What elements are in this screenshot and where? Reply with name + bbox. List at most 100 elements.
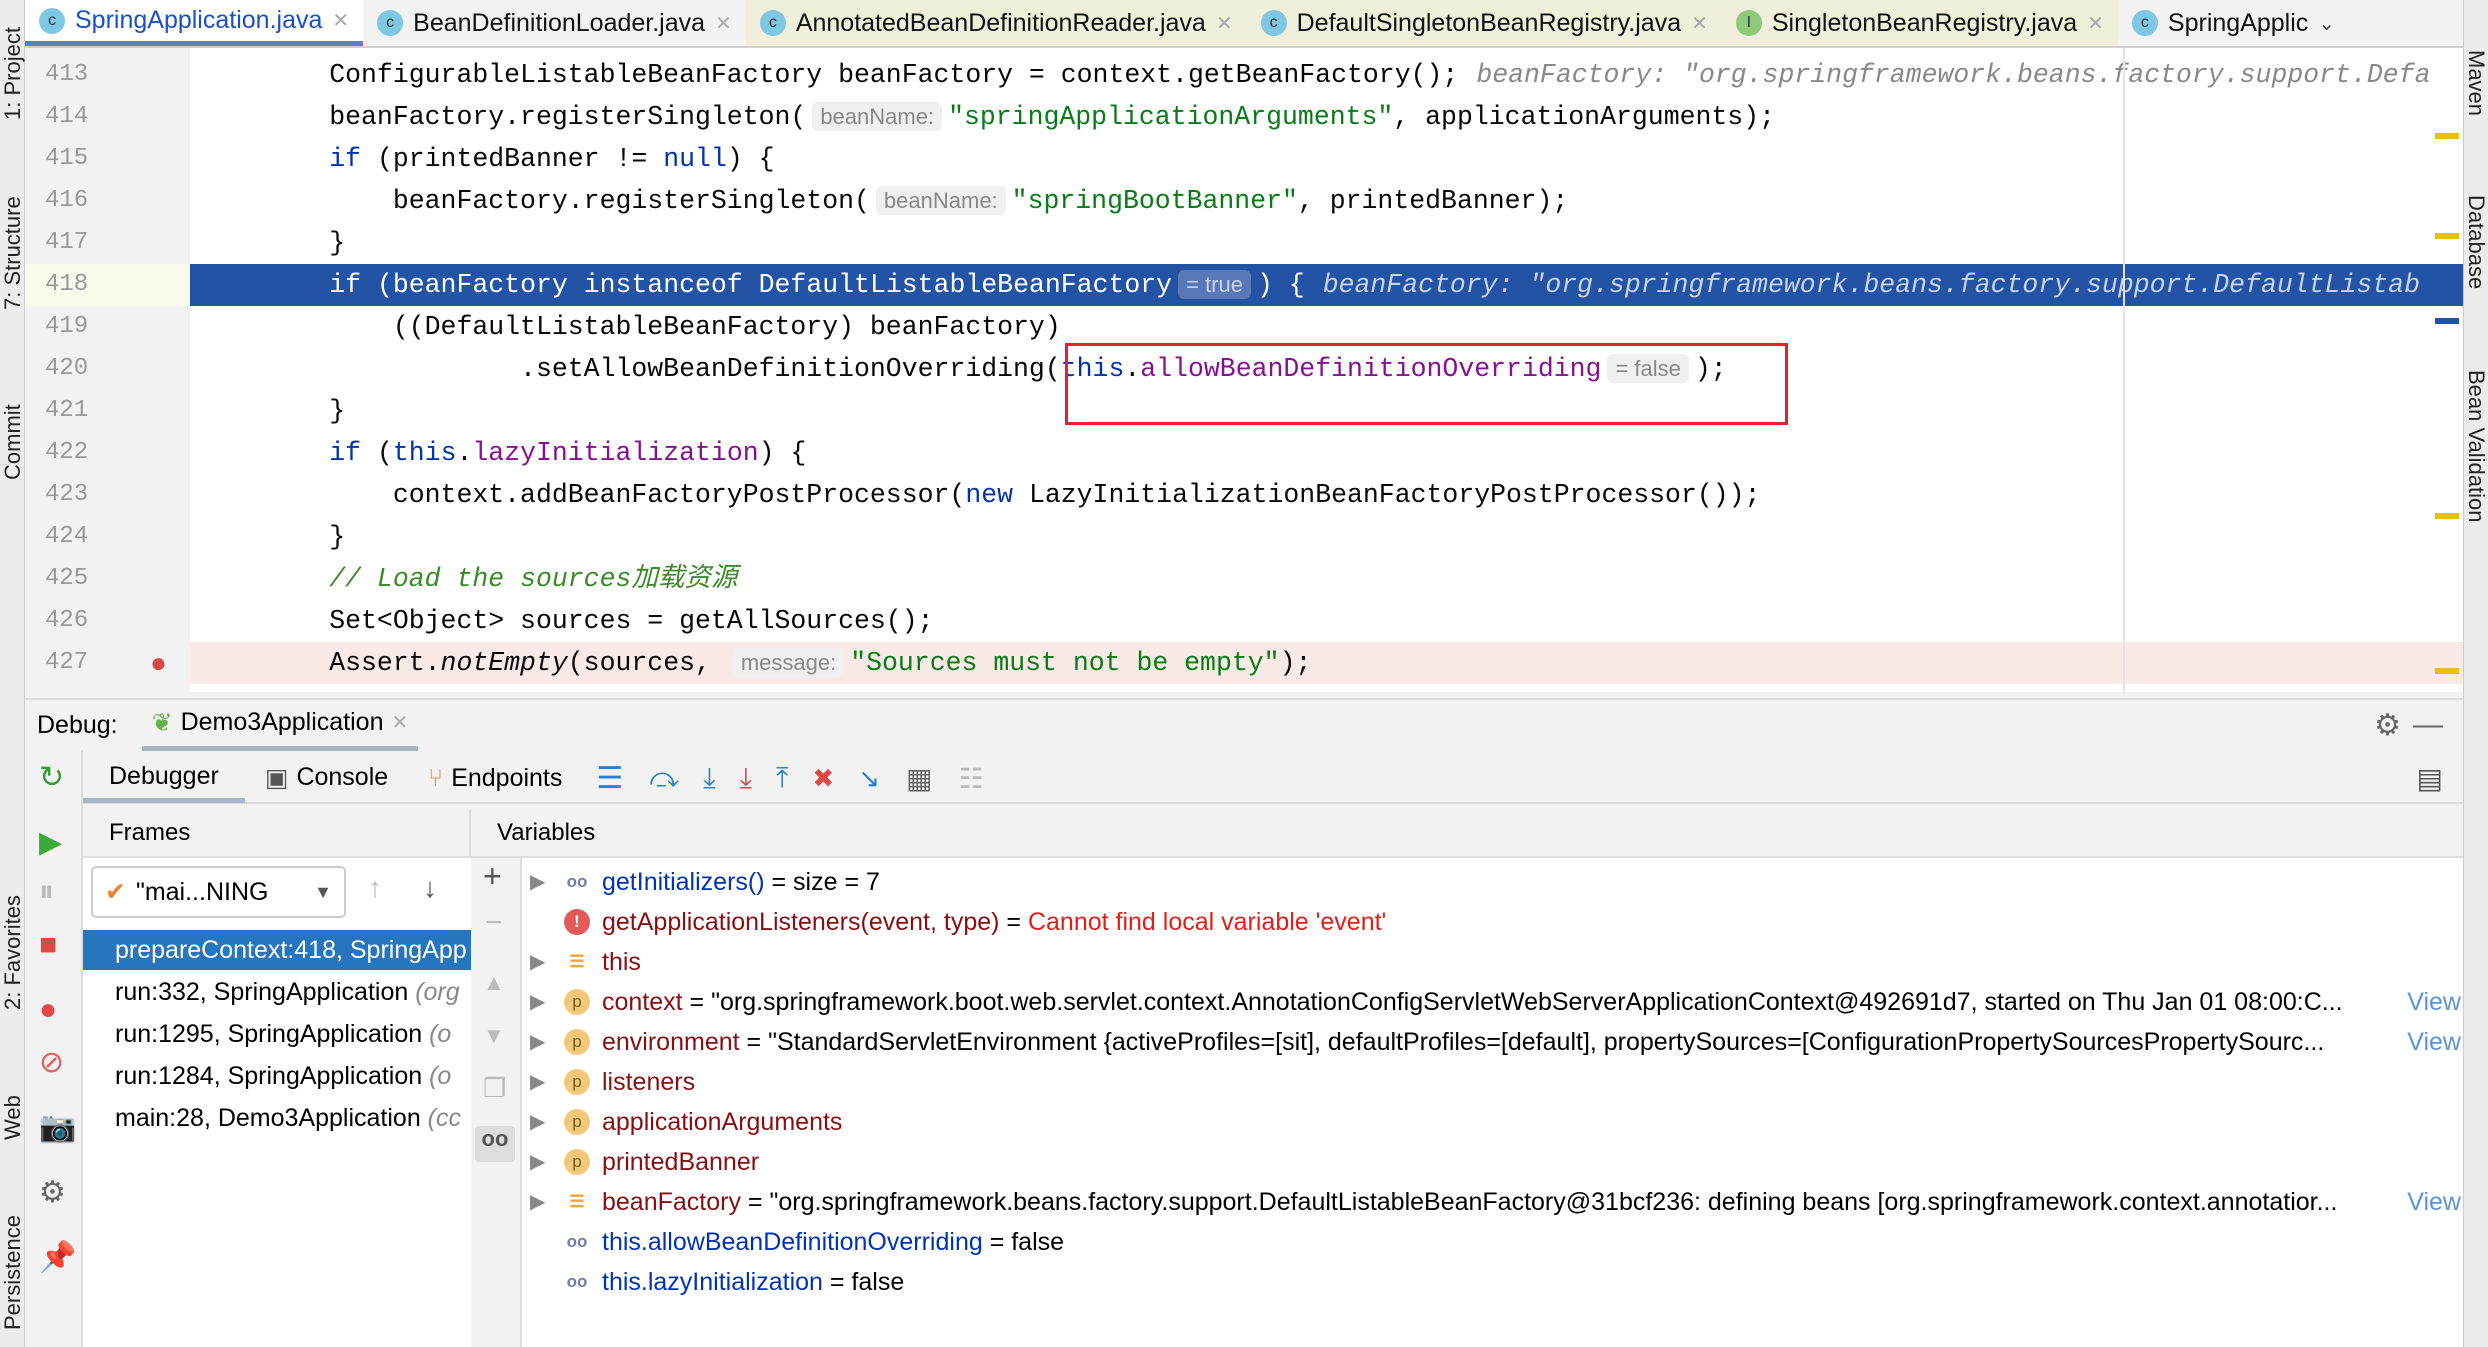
code-line[interactable]: 422 if (this.lazyInitialization) { [25,432,2463,474]
tool-web[interactable]: Web [0,1095,26,1140]
tool-bean-validation[interactable]: Bean Validation [2463,370,2488,523]
move-down-icon[interactable]: ▼ [483,1023,505,1049]
add-watch-icon[interactable]: + [483,858,502,895]
variable-row[interactable]: ▶ p environment = "StandardServletEnvironm… [522,1022,2465,1062]
variable-row[interactable]: ▶ oo getInitializers() = size = 7 [522,862,2465,902]
expand-arrow-icon[interactable]: ▶ [530,1182,545,1222]
session-tab[interactable]: ❦ Demo3Application ✕ [141,699,419,751]
pin-icon[interactable]: 📌 [39,1240,76,1275]
code-line[interactable]: 415 if (printedBanner != null) { [25,138,2463,180]
copy-icon[interactable]: ❐ [483,1073,506,1104]
mute-breakpoints-icon[interactable]: ⊘ [39,1045,64,1080]
stop-icon[interactable]: ■ [39,928,57,962]
tab-debugger[interactable]: Debugger [83,753,245,803]
code-line[interactable]: 424 } [25,516,2463,558]
resume-icon[interactable]: ▶ [39,825,62,860]
expand-arrow-icon[interactable]: ▶ [530,862,545,902]
editor-tab[interactable]: I SingletonBeanRegistry.java ✕ [1721,0,2118,46]
editor-tab[interactable]: c DefaultSingletonBeanRegistry.java ✕ [1246,0,1722,46]
view-link[interactable]: View [2407,1022,2461,1062]
variable-row[interactable]: ▶ ☰ beanFactory = "org.springframework.bea… [522,1182,2465,1222]
frame-item[interactable]: run:1295, SpringApplication (o [83,1014,471,1054]
code-line[interactable]: 419 ((DefaultListableBeanFactory) beanFa… [25,306,2463,348]
frame-item[interactable]: run:332, SpringApplication (org [83,972,471,1012]
thread-selector[interactable]: ✔ "mai...NING ▼ [91,866,346,918]
close-icon[interactable]: ✕ [1216,11,1233,36]
restore-layout-icon[interactable]: ▤ [2417,762,2443,795]
code-line[interactable]: 417 } [25,222,2463,264]
editor-tab[interactable]: c BeanDefinitionLoader.java ✕ [363,0,746,46]
layout-menu-icon[interactable]: ☰ [582,761,637,796]
gear-icon[interactable]: ⚙ [2374,708,2401,743]
tool-database[interactable]: Database [2463,195,2488,289]
expand-arrow-icon[interactable]: ▶ [530,1022,545,1062]
code-line[interactable]: 425 // Load the sources加载资源 [25,558,2463,600]
tab-endpoints[interactable]: ⑂ Endpoints [408,764,582,793]
variable-row[interactable]: oo this.allowBeanDefinitionOverriding = f… [522,1222,2465,1262]
tool-favorites[interactable]: 2: Favorites [0,895,26,1010]
settings-icon[interactable]: ⚙ [39,1175,66,1210]
drop-frame-icon[interactable]: ✖ [800,763,846,794]
tool-persistence[interactable]: Persistence [0,1215,26,1330]
code-line[interactable]: 426 Set<Object> sources = getAllSources(… [25,600,2463,642]
trace-icon[interactable]: ☷ [946,762,995,795]
variables-side-toolbar: + − ▲ ▼ ❐ oo [471,858,520,1347]
pause-icon[interactable]: ⏸ [39,875,54,909]
step-into-icon[interactable]: ⤓ [691,762,727,795]
frame-item[interactable]: main:28, Demo3Application (cc [83,1098,471,1138]
previous-frame-icon[interactable]: ↑ [368,872,382,904]
step-over-icon[interactable]: ⤼ [637,762,691,795]
remove-watch-icon[interactable]: − [485,906,503,940]
code-line[interactable]: 416 beanFactory.registerSingleton(beanNa… [25,180,2463,222]
step-out-icon[interactable]: ⤒ [764,762,800,795]
variable-value: = "org.springframework.boot.web.servlet.… [682,988,2343,1016]
view-link[interactable]: View [2407,982,2461,1022]
run-to-cursor-icon[interactable]: ↘ [846,763,892,794]
code-line[interactable]: 423 context.addBeanFactoryPostProcessor(… [25,474,2463,516]
chevron-down-icon[interactable]: ⌄ [2318,11,2335,36]
frame-item[interactable]: prepareContext:418, SpringApp [83,930,471,970]
editor-tab[interactable]: c SpringApplic ⌄ [2118,0,2349,46]
breakpoint-icon[interactable]: ● [150,642,167,684]
close-icon[interactable]: ✕ [1691,11,1708,36]
tool-commit[interactable]: Commit [0,404,26,480]
expand-arrow-icon[interactable]: ▶ [530,1142,545,1182]
editor-tab[interactable]: c AnnotatedBeanDefinitionReader.java ✕ [745,0,1247,46]
variable-row[interactable]: ▶ p listeners [522,1062,2465,1102]
variable-text: printedBanner [602,1142,2395,1182]
view-link[interactable]: View [2407,1182,2461,1222]
camera-icon[interactable]: 📷 [39,1110,76,1145]
evaluate-expression-icon[interactable]: ▦ [892,762,946,795]
code-editor[interactable]: 413 ConfigurableListableBeanFactory bean… [25,48,2463,692]
tool-project[interactable]: 1: Project [0,27,26,120]
code-line[interactable]: 414 beanFactory.registerSingleton(beanNa… [25,96,2463,138]
expand-arrow-icon[interactable]: ▶ [530,942,545,982]
tab-console[interactable]: ▣ Console [245,763,408,793]
editor-tab[interactable]: c SpringApplication.java ✕ [25,0,364,46]
frame-method: run:1284, SpringApplication [115,1062,430,1090]
code-line[interactable]: 413 ConfigurableListableBeanFactory bean… [25,54,2463,96]
close-icon[interactable]: ✕ [715,11,732,36]
expand-arrow-icon[interactable]: ▶ [530,982,545,1022]
close-icon[interactable]: ✕ [391,710,408,735]
move-up-icon[interactable]: ▲ [483,970,505,996]
expand-arrow-icon[interactable]: ▶ [530,1062,545,1102]
variable-row[interactable]: ▶ ☰ this [522,942,2465,982]
variable-row[interactable]: ▶ p applicationArguments [522,1102,2465,1142]
variable-row[interactable]: ▶ p context = "org.springframework.boot.we… [522,982,2465,1022]
next-frame-icon[interactable]: ↓ [423,872,437,904]
tool-structure[interactable]: 7: Structure [0,196,26,310]
close-icon[interactable]: ✕ [332,8,349,33]
force-step-into-icon[interactable]: ⤓ [728,762,764,795]
tool-maven[interactable]: Maven [2463,50,2488,116]
expand-arrow-icon[interactable]: ▶ [530,1102,545,1142]
variable-row[interactable]: ▶ p printedBanner [522,1142,2465,1182]
frame-item[interactable]: run:1284, SpringApplication (o [83,1056,471,1096]
variable-row[interactable]: oo this.lazyInitialization = false [522,1262,2465,1302]
close-icon[interactable]: ✕ [2087,11,2104,36]
variable-row[interactable]: ! getApplicationListeners(event, type) = … [522,902,2465,942]
view-breakpoints-icon[interactable]: ● [39,993,57,1027]
minimize-icon[interactable]: — [2413,708,2443,742]
show-watches-icon[interactable]: oo [475,1126,515,1162]
rerun-icon[interactable]: ↻ [39,760,64,795]
